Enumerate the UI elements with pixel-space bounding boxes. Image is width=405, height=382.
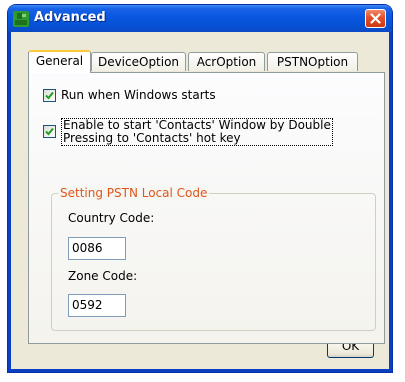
pstn-local-code-group: Setting PSTN Local Code Country Code: 00… [51,186,376,331]
run-on-startup-label: Run when Windows starts [61,88,216,102]
tab-pstnoption-label: PSTNOption [276,55,349,69]
tab-general-label: General [35,54,84,68]
zone-code-value: 0592 [72,298,103,312]
contacts-hotkey-option[interactable]: Enable to start 'Contacts' Window by Dou… [43,118,333,146]
checkmark-icon [45,91,54,100]
tab-general[interactable]: General [28,50,91,73]
window-title: Advanced [34,10,106,25]
zone-code-label: Zone Code: [68,269,138,283]
contacts-hotkey-label: Enable to start 'Contacts' Window by Dou… [61,118,333,146]
country-code-value: 0086 [72,241,103,255]
tab-deviceoption[interactable]: DeviceOption [91,52,186,71]
close-icon [370,13,381,24]
dialog-client-area: General DeviceOption AcrOption PSTNOptio… [11,32,389,369]
tab-acroption-label: AcrOption [196,55,257,69]
general-tab-panel: Run when Windows starts Enable to start … [28,72,385,344]
close-button[interactable] [365,9,386,28]
country-code-input[interactable]: 0086 [68,237,126,260]
tab-deviceoption-label: DeviceOption [97,55,180,69]
run-on-startup-option[interactable]: Run when Windows starts [43,89,216,102]
country-code-label: Country Code: [68,211,155,225]
tab-acroption[interactable]: AcrOption [188,52,265,71]
app-icon [13,11,29,27]
tab-pstnoption[interactable]: PSTNOption [267,52,358,71]
pstn-group-legend: Setting PSTN Local Code [58,186,210,200]
run-on-startup-checkbox[interactable] [43,89,56,102]
contacts-hotkey-checkbox[interactable] [43,125,56,138]
title-bar[interactable]: Advanced [8,5,392,32]
contacts-hotkey-line2: Pressing to 'Contacts' hot key [63,131,241,145]
checkmark-icon [45,127,54,136]
advanced-dialog: Advanced General DeviceOption AcrOption … [8,5,392,372]
zone-code-input[interactable]: 0592 [68,294,126,317]
